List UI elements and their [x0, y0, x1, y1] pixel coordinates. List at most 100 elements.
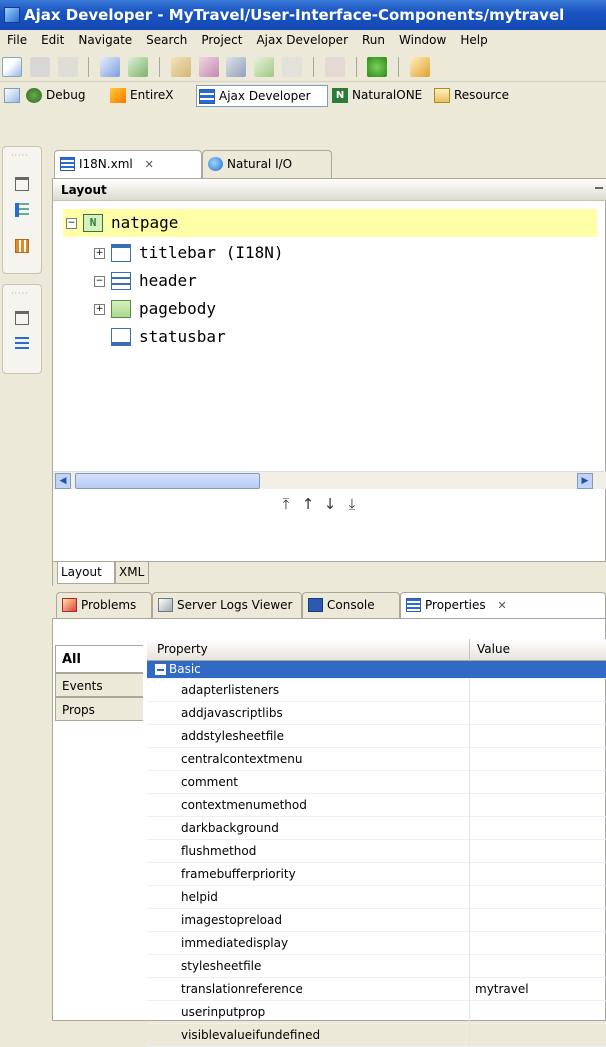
tab-problems[interactable]: Problems [56, 592, 152, 618]
tree-node-header[interactable]: − header [91, 267, 391, 295]
palette-icon[interactable] [15, 239, 29, 253]
tab-server-logs-viewer[interactable]: Server Logs Viewer [152, 592, 302, 618]
deploy-icon[interactable] [226, 57, 247, 77]
hierarchy-icon[interactable] [15, 203, 29, 217]
scroll-right-icon[interactable]: ▶ [577, 473, 593, 489]
tab-xml[interactable]: XML [115, 562, 149, 584]
toolbar-separator [88, 57, 90, 77]
menu-help[interactable]: Help [453, 30, 494, 52]
tree-node-natpage[interactable]: − N natpage [63, 209, 597, 237]
perspective-resource[interactable]: Resource [432, 85, 606, 107]
table-icon[interactable] [282, 57, 303, 77]
collapse-icon[interactable]: − [66, 218, 77, 229]
column-divider [469, 748, 470, 771]
column-divider [469, 886, 470, 909]
column-value[interactable]: Value [477, 642, 510, 656]
run-icon[interactable] [367, 57, 388, 77]
move-bottom-button[interactable]: ⤓ [341, 495, 363, 513]
property-value[interactable]: mytravel [475, 978, 529, 1000]
scroll-thumb[interactable] [75, 473, 260, 489]
check-icon[interactable] [254, 57, 275, 77]
tree-node-pagebody[interactable]: + pagebody [91, 295, 391, 323]
table-row[interactable]: addstylesheetfile [147, 725, 606, 748]
table-row[interactable]: stylesheetfile [147, 955, 606, 978]
move-top-button[interactable]: ⤒ [275, 495, 297, 513]
open-type-icon[interactable] [100, 57, 121, 77]
table-row[interactable]: translationreference mytravel [147, 978, 606, 1001]
ajax-developer-icon [199, 89, 215, 104]
table-row[interactable]: adapterlisteners [147, 679, 606, 702]
outline-icon[interactable] [15, 337, 29, 351]
save-icon[interactable] [29, 57, 50, 77]
layout-view-tabs: Layout XML [53, 561, 606, 586]
table-row[interactable]: centralcontextmenu [147, 748, 606, 771]
table-row[interactable]: visiblevalueifundefined [147, 1024, 606, 1047]
globe-icon [208, 157, 223, 171]
table-row[interactable]: darkbackground [147, 817, 606, 840]
table-row[interactable]: immediatedisplay [147, 932, 606, 955]
menu-edit[interactable]: Edit [34, 30, 71, 52]
menu-run[interactable]: Run [355, 30, 392, 52]
menu-navigate[interactable]: Navigate [71, 30, 139, 52]
layout-editor: Layout − N natpage + titlebar (I18N) − h… [52, 178, 606, 586]
open-perspective-icon[interactable] [4, 88, 20, 103]
layout-icon[interactable] [128, 57, 149, 77]
category-events[interactable]: Events [55, 673, 143, 697]
table-row[interactable]: helpid [147, 886, 606, 909]
scroll-left-icon[interactable]: ◀ [55, 473, 71, 489]
tab-natural-io[interactable]: Natural I/O [202, 150, 332, 178]
column-divider[interactable] [469, 639, 470, 661]
tree-node-statusbar[interactable]: statusbar [91, 323, 391, 351]
collapse-icon[interactable]: − [94, 276, 105, 287]
build-icon[interactable] [170, 57, 191, 77]
column-property[interactable]: Property [157, 642, 208, 656]
category-all[interactable]: All [55, 645, 143, 673]
category-props[interactable]: Props [55, 697, 143, 721]
tree-node-titlebar[interactable]: + titlebar (I18N) [91, 239, 391, 267]
table-row[interactable]: framebufferpriority [147, 863, 606, 886]
expand-icon[interactable]: + [94, 304, 105, 315]
collapse-icon[interactable] [155, 664, 166, 675]
menu-search[interactable]: Search [139, 30, 194, 52]
new-icon[interactable] [2, 57, 22, 77]
close-icon[interactable]: ✕ [497, 599, 506, 612]
table-row[interactable]: flushmethod [147, 840, 606, 863]
table-row[interactable]: contextmenumethod [147, 794, 606, 817]
server-logs-icon [158, 598, 173, 612]
print-icon[interactable] [57, 57, 78, 77]
menu-project[interactable]: Project [194, 30, 249, 52]
horizontal-scrollbar[interactable]: ◀ ▶ [53, 471, 606, 489]
close-icon[interactable]: ✕ [145, 158, 154, 171]
debug-icon[interactable] [324, 57, 345, 77]
table-row[interactable]: imagestopreload [147, 909, 606, 932]
editor-area: I18N.xml ✕ Natural I/O Layout − N natpag… [52, 146, 606, 586]
window-titlebar[interactable]: Ajax Developer - MyTravel/User-Interface… [0, 0, 606, 30]
restore-icon[interactable] [15, 177, 29, 191]
menu-window[interactable]: Window [392, 30, 453, 52]
tab-i18n-xml[interactable]: I18N.xml ✕ [54, 150, 202, 178]
tab-console[interactable]: Console [302, 592, 400, 618]
perspective-debug[interactable]: Debug [24, 85, 104, 107]
menu-file[interactable]: File [0, 30, 34, 52]
tool-icon[interactable] [410, 57, 431, 77]
column-divider [469, 1024, 470, 1047]
perspective-ajax-developer[interactable]: Ajax Developer [196, 85, 328, 107]
tab-properties[interactable]: Properties ✕ [400, 592, 606, 618]
column-divider [469, 863, 470, 886]
minimize-icon[interactable] [595, 187, 603, 189]
move-down-button[interactable]: ↓ [319, 495, 341, 513]
restore-icon[interactable] [15, 311, 29, 325]
table-row[interactable]: addjavascriptlibs [147, 702, 606, 725]
perspective-entirex[interactable]: EntireX [108, 85, 192, 107]
property-group-basic[interactable]: Basic [147, 661, 606, 679]
property-name: centralcontextmenu [181, 752, 303, 766]
expand-icon[interactable]: + [94, 248, 105, 259]
menu-ajax-developer[interactable]: Ajax Developer [249, 30, 355, 52]
bug-icon [26, 88, 42, 103]
table-row[interactable]: comment [147, 771, 606, 794]
perspective-naturalone[interactable]: N NaturalONE [330, 85, 430, 107]
css-icon[interactable] [198, 57, 219, 77]
tab-layout[interactable]: Layout [57, 562, 115, 584]
move-up-button[interactable]: ↑ [297, 495, 319, 513]
properties-table-header: Property Value [147, 639, 606, 661]
